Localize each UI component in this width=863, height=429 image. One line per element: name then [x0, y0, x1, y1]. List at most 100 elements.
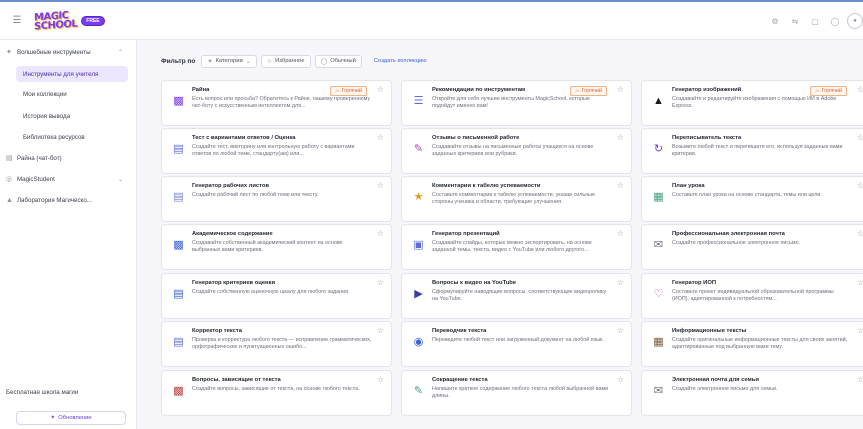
fire-icon: ♨: [814, 88, 820, 94]
tool-card[interactable]: ★ Комментарии к табелю успеваемости Состав…: [401, 176, 632, 222]
tool-card[interactable]: ✎ Отзывы о письменной работе Создавайте от…: [401, 128, 632, 174]
favorite-star-icon[interactable]: ☆: [377, 375, 384, 384]
top-bar: ☰ MAGIC SCHOOL FREE ⚙ ⇋ ▢ ◯ ●: [0, 2, 863, 40]
tool-card[interactable]: ▤ Генератор рабочих листов Создайте рабочи…: [161, 176, 392, 222]
tool-card-title: Сокращение текста: [432, 377, 488, 383]
tool-card-description: Создайте оригинальные информационные тек…: [672, 337, 848, 351]
tool-card-title: Генератор ИОП: [672, 280, 717, 286]
tool-card-description: Создайте тест, викторину или контрольную…: [192, 144, 355, 158]
chevron-down-icon: ⌄: [117, 176, 123, 183]
user-icon: ◯: [320, 58, 328, 65]
magic-wand-icon: ✦: [207, 58, 213, 65]
stack-icon: ☰: [413, 95, 424, 107]
ordinary-filter[interactable]: ◯ Обычный: [314, 54, 362, 68]
logo-line-2: SCHOOL: [34, 17, 78, 33]
tool-card[interactable]: ▩ Райна Есть вопрос или просьба? Обратитес…: [161, 80, 392, 126]
pen-icon: ✎: [413, 143, 424, 155]
tool-card-description: Проверка и корректура любого текста — ис…: [192, 337, 372, 351]
tool-card[interactable]: ▲ Генератор изображений Создавайте и редак…: [641, 80, 863, 126]
help-icon[interactable]: ◯: [827, 13, 843, 29]
tool-card[interactable]: ▤ Тест с вариантами ответов / Оценка Созда…: [161, 128, 392, 174]
tool-card-title: Вопросы, зависящие от текста: [192, 377, 281, 383]
tool-card[interactable]: ☰ Рекомендации по инструментам Откройте дл…: [401, 80, 632, 126]
tool-card[interactable]: ✉ Электронная почта для семьи Создайте эле…: [641, 370, 863, 416]
tool-card[interactable]: ▩ Вопросы, зависящие от текста Создайте во…: [161, 370, 392, 416]
favorite-star-icon[interactable]: ☆: [377, 326, 384, 335]
tool-card-description: Откройте для себя лучшие инструменты Mag…: [432, 96, 590, 110]
favorite-star-icon[interactable]: ☆: [377, 278, 384, 287]
favorite-star-icon[interactable]: ☆: [377, 181, 384, 190]
video-icon: ▶: [414, 288, 423, 300]
favorite-star-icon[interactable]: ☆: [857, 278, 863, 287]
hamburger-menu-icon[interactable]: ☰: [10, 14, 24, 28]
chevron-down-icon: ⌄: [245, 58, 251, 65]
tool-card-title: Вопросы к видео на YouTube: [432, 280, 516, 286]
tool-card[interactable]: ✎ Сокращение текста Напишите краткое содер…: [401, 370, 632, 416]
gear-icon[interactable]: ⚙: [767, 13, 783, 29]
tool-card[interactable]: ▣ Генератор презентаций Создавайте слайды,…: [401, 224, 632, 270]
tool-card[interactable]: ▶ Вопросы к видео на YouTube Сформулируйте…: [401, 273, 632, 319]
translate-icon[interactable]: ⇋: [787, 13, 803, 29]
main-content: Фильтр по ✦ Категории ⌄ ☆ Избранное ◯ Об…: [137, 40, 863, 429]
tool-card[interactable]: ▦ Информационные тексты Создайте оригиналь…: [641, 321, 863, 367]
create-collection-link[interactable]: Создать коллекцию: [374, 58, 427, 64]
tool-card[interactable]: ▤ Корректор текста Проверка и корректура л…: [161, 321, 392, 367]
favorite-star-icon[interactable]: ☆: [857, 133, 863, 142]
sidebar-section-magicstudent[interactable]: ◎ MagicStudent ⌄: [0, 171, 137, 187]
sidebar-item-label: Инструменты для учителя: [23, 70, 99, 78]
hot-label: Горячий: [821, 88, 842, 94]
presentation-icon: ▣: [413, 239, 424, 251]
favorite-star-icon[interactable]: ☆: [617, 326, 624, 335]
tool-card-title: Генератор критериев оценки: [192, 280, 276, 286]
favorite-star-icon[interactable]: ☆: [617, 85, 624, 94]
tool-card[interactable]: ▤ Генератор критериев оценки Создайте собс…: [161, 273, 392, 319]
hot-label: Горячий: [341, 88, 362, 94]
sidebar-item-teacher-tools[interactable]: Инструменты для учителя: [16, 66, 128, 82]
tool-card[interactable]: ▩ Академическое содержание Создавайте собс…: [161, 224, 392, 270]
chat-icon[interactable]: ▢: [807, 13, 823, 29]
tool-card[interactable]: ◉ Переводчик текста Переведите любой текст…: [401, 321, 632, 367]
favorite-star-icon[interactable]: ☆: [857, 229, 863, 238]
tool-card[interactable]: ♡ Генератор ИОП Составьте проект индивидуа…: [641, 273, 863, 319]
robot-icon: ▩: [173, 95, 184, 107]
logo[interactable]: MAGIC SCHOOL FREE: [34, 10, 105, 33]
tool-card[interactable]: ▦ План урока Составьте план урока на основ…: [641, 176, 863, 222]
categories-dropdown[interactable]: ✦ Категории ⌄: [201, 54, 257, 68]
tool-card-description: Возьмите любой текст и перепишите его, и…: [672, 144, 843, 158]
tool-card[interactable]: ↻ Переписыватель текста Возьмите любой тек…: [641, 128, 863, 174]
sidebar-section-label: Волшебные инструменты: [17, 48, 91, 56]
favorite-star-icon[interactable]: ☆: [857, 375, 863, 384]
sidebar-section-label: Лаборатория Магическо...: [17, 196, 92, 204]
sidebar-item-my-collections[interactable]: Мои коллекции: [16, 86, 128, 102]
sidebar-section-raina[interactable]: ▤ Райна (чат-бот): [0, 150, 137, 166]
sidebar-item-resource-library[interactable]: Библиотека ресурсов: [16, 129, 128, 145]
favorite-star-icon[interactable]: ☆: [857, 326, 863, 335]
sidebar-item-output-history[interactable]: История вывода: [16, 108, 128, 124]
favorite-star-icon[interactable]: ☆: [377, 229, 384, 238]
favorite-star-icon[interactable]: ☆: [377, 85, 384, 94]
school-name: Бесплатная школа магии: [6, 389, 79, 396]
sparkle-icon: ✦: [50, 415, 56, 421]
favorite-star-icon[interactable]: ☆: [617, 181, 624, 190]
tool-card[interactable]: ✉ Профессиональная электронная почта Созда…: [641, 224, 863, 270]
favorite-star-icon[interactable]: ☆: [617, 278, 624, 287]
favorite-star-icon[interactable]: ☆: [857, 85, 863, 94]
favorite-star-icon[interactable]: ☆: [617, 229, 624, 238]
iep-icon: ♡: [653, 288, 664, 300]
favorite-star-icon[interactable]: ☆: [857, 181, 863, 190]
tool-card-title: Информационные тексты: [672, 328, 747, 334]
favorite-star-icon[interactable]: ☆: [377, 133, 384, 142]
favorite-star-icon[interactable]: ☆: [617, 375, 624, 384]
chat-bot-icon: ▤: [6, 155, 13, 162]
upgrade-button[interactable]: ✦ Обновление: [16, 411, 126, 425]
favorite-star-icon[interactable]: ☆: [617, 133, 624, 142]
favorites-filter[interactable]: ☆ Избранное: [260, 54, 311, 68]
sidebar-section-magic-tools[interactable]: ✦ Волшебные инструменты ⌃: [0, 44, 137, 60]
sidebar-section-lab[interactable]: ▲ Лаборатория Магическо...: [0, 192, 137, 208]
sidebar-item-label: Библиотека ресурсов: [23, 133, 85, 141]
user-icon[interactable]: ●: [847, 13, 863, 29]
star-icon: ☆: [266, 58, 273, 65]
email-icon: ✉: [653, 239, 664, 251]
sidebar-section-label: MagicStudent: [17, 175, 55, 183]
tool-card-title: Генератор изображений: [672, 87, 742, 93]
